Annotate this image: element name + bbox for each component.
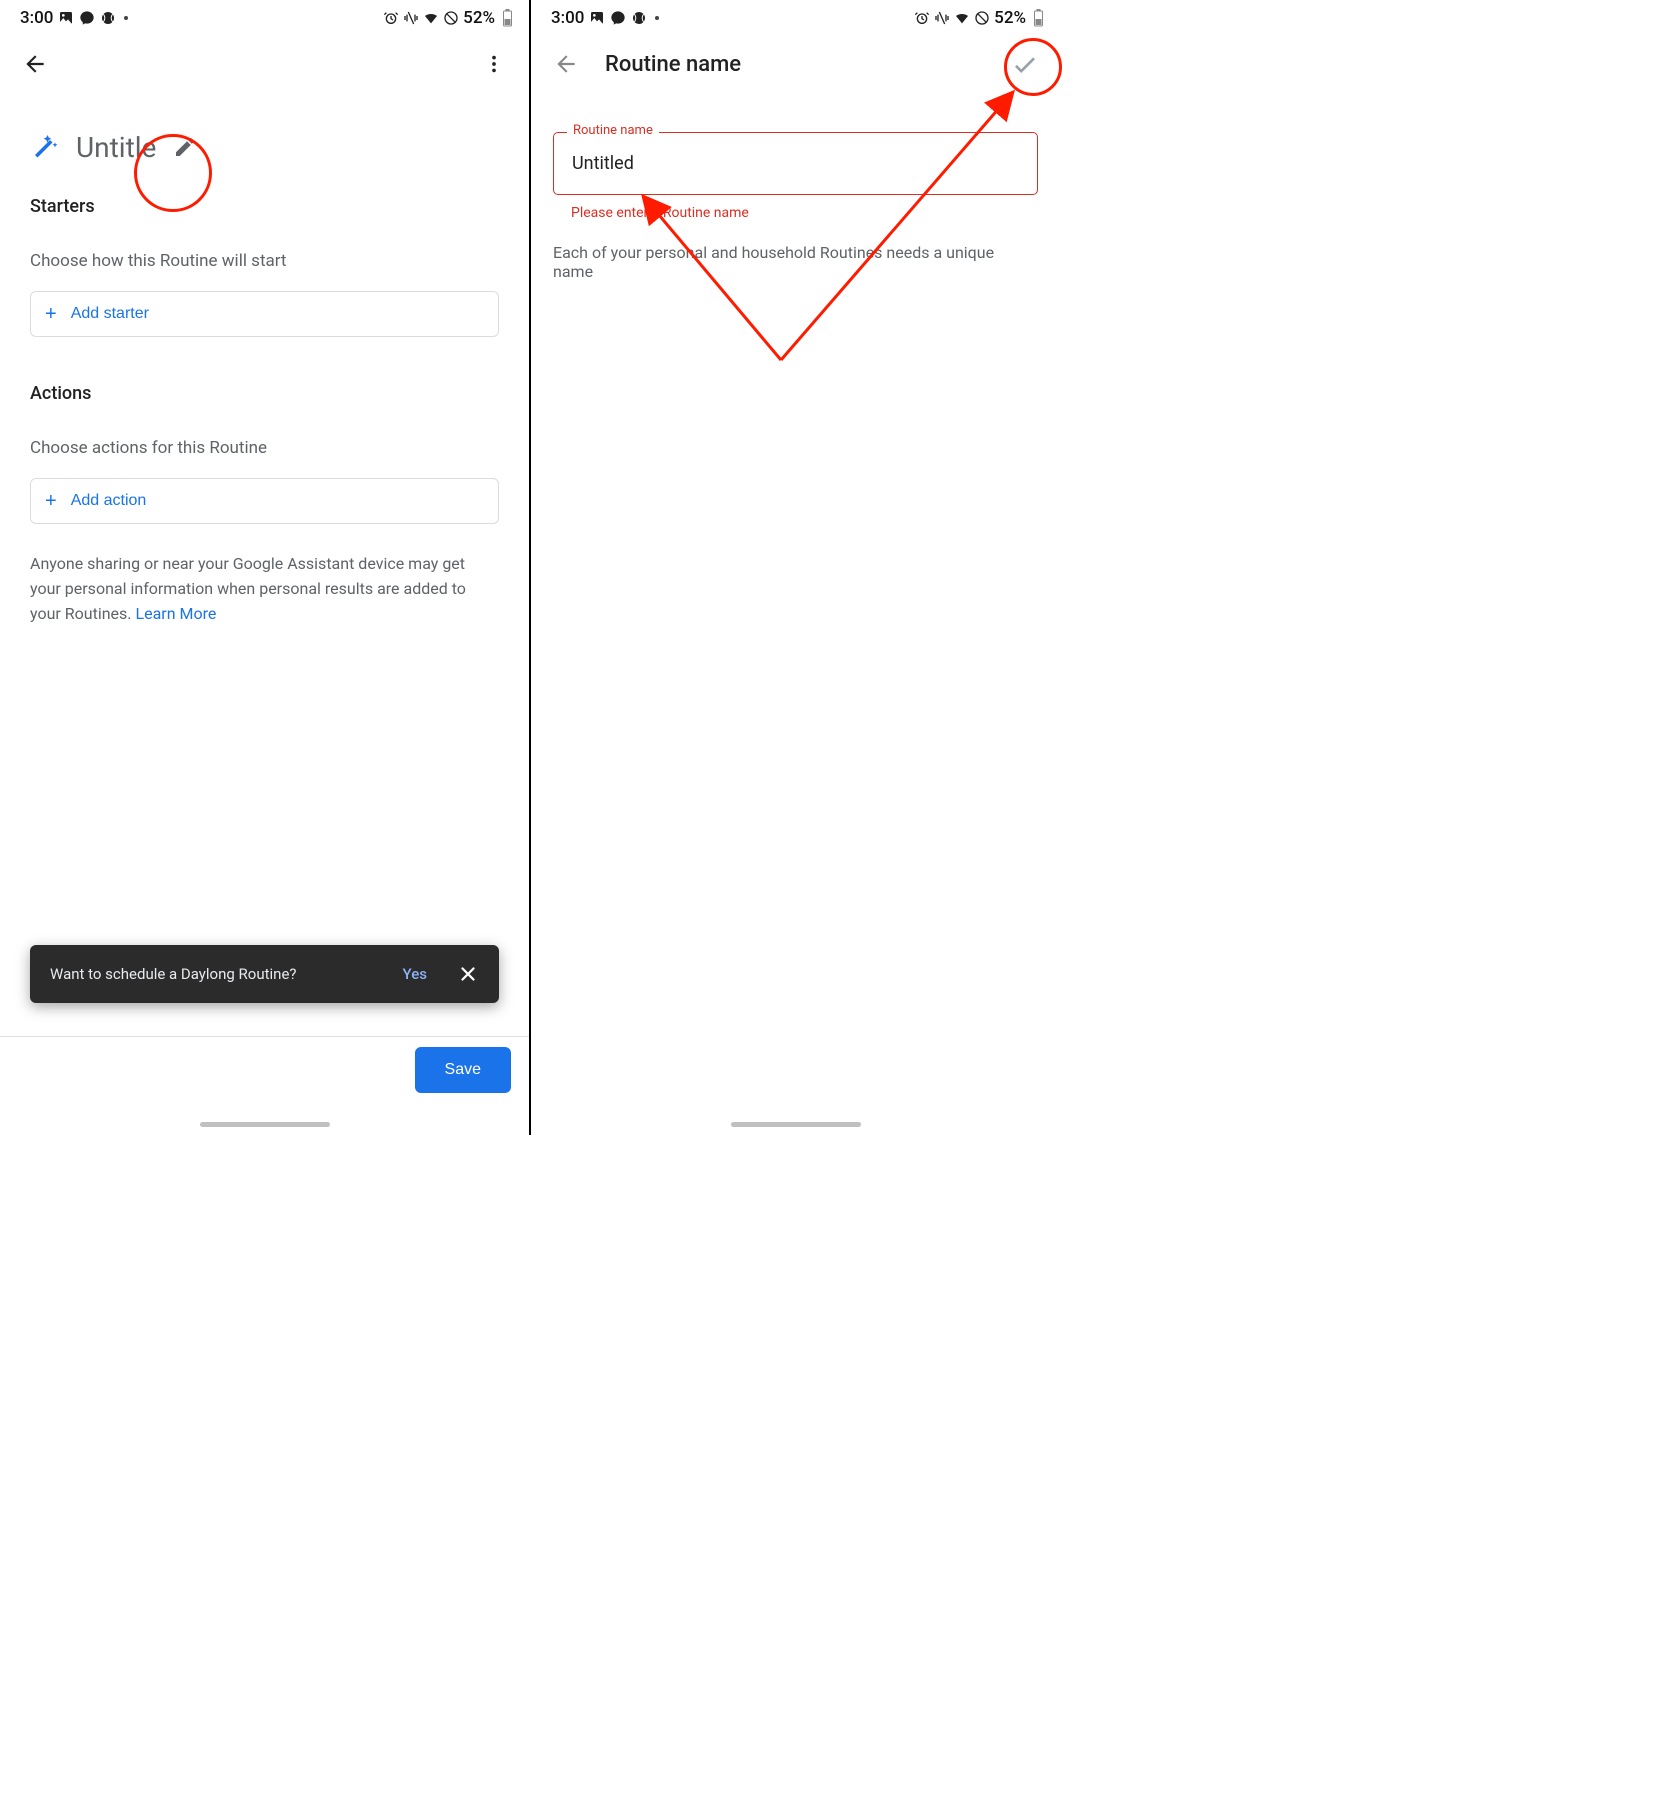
- actions-heading: Actions: [0, 347, 529, 410]
- save-button[interactable]: Save: [415, 1047, 511, 1093]
- snackbar-close-button[interactable]: [451, 963, 485, 985]
- plus-icon: +: [45, 491, 57, 511]
- alarm-icon: [914, 10, 930, 26]
- vibrate-icon: [934, 10, 950, 26]
- status-bar: 3:00 52%: [531, 0, 1060, 36]
- gallery-icon: [589, 10, 605, 26]
- routine-name-value: Untitled: [572, 153, 634, 174]
- more-notifications-dot: [124, 16, 128, 20]
- app-bar-title: Routine name: [605, 52, 741, 77]
- gesture-handle: [731, 1122, 861, 1127]
- magic-wand-icon: [30, 130, 60, 164]
- status-battery-pct: 52%: [463, 8, 495, 28]
- vibrate-icon: [403, 10, 419, 26]
- status-battery-pct: 52%: [994, 8, 1026, 28]
- add-action-label: Add action: [71, 492, 147, 510]
- field-help-text: Each of your personal and household Rout…: [531, 221, 1060, 281]
- status-time: 3:00: [551, 8, 584, 28]
- app-bar: [0, 36, 529, 92]
- confirm-button[interactable]: [1004, 43, 1046, 85]
- plus-icon: +: [45, 304, 57, 324]
- actions-subtext: Choose actions for this Routine: [0, 410, 529, 470]
- status-time: 3:00: [20, 8, 53, 28]
- more-notifications-dot: [655, 16, 659, 20]
- sports-icon: [631, 10, 647, 26]
- routine-name-field-wrap: Routine name Untitled Please enter a Rou…: [553, 132, 1038, 221]
- status-bar: 3:00 52%: [0, 0, 529, 36]
- messenger-icon: [610, 10, 626, 26]
- edit-title-button[interactable]: [164, 126, 206, 168]
- add-starter-label: Add starter: [71, 305, 149, 323]
- routine-title-row: Untitle: [0, 92, 529, 174]
- daylong-snackbar: Want to schedule a Daylong Routine? Yes: [30, 945, 499, 1003]
- battery-icon: [1030, 10, 1046, 26]
- more-menu-button[interactable]: [473, 43, 515, 85]
- gallery-icon: [58, 10, 74, 26]
- no-data-icon: [974, 10, 990, 26]
- field-error-text: Please enter a Routine name: [553, 195, 1038, 221]
- starters-subtext: Choose how this Routine will start: [0, 223, 529, 283]
- screen-rename-routine: 3:00 52%: [531, 0, 1060, 1135]
- routine-name-input[interactable]: Untitled: [553, 132, 1038, 195]
- add-action-button[interactable]: + Add action: [30, 478, 499, 524]
- back-button[interactable]: [545, 43, 587, 85]
- snackbar-yes-button[interactable]: Yes: [393, 965, 437, 983]
- screen-routine-editor: 3:00 52%: [0, 0, 529, 1135]
- battery-icon: [499, 10, 515, 26]
- alarm-icon: [383, 10, 399, 26]
- no-data-icon: [443, 10, 459, 26]
- wifi-icon: [954, 10, 970, 26]
- starters-heading: Starters: [0, 174, 529, 223]
- snackbar-message: Want to schedule a Daylong Routine?: [50, 965, 379, 983]
- back-button[interactable]: [14, 43, 56, 85]
- messenger-icon: [79, 10, 95, 26]
- privacy-disclaimer: Anyone sharing or near your Google Assis…: [0, 534, 529, 626]
- add-starter-button[interactable]: + Add starter: [30, 291, 499, 337]
- disclaimer-text: Anyone sharing or near your Google Assis…: [30, 554, 466, 623]
- sports-icon: [100, 10, 116, 26]
- learn-more-link[interactable]: Learn More: [135, 604, 216, 623]
- field-floating-label: Routine name: [567, 123, 659, 138]
- app-bar: Routine name: [531, 36, 1060, 92]
- routine-title: Untitle: [76, 131, 156, 164]
- bottom-divider: [0, 1036, 529, 1037]
- wifi-icon: [423, 10, 439, 26]
- gesture-handle: [200, 1122, 330, 1127]
